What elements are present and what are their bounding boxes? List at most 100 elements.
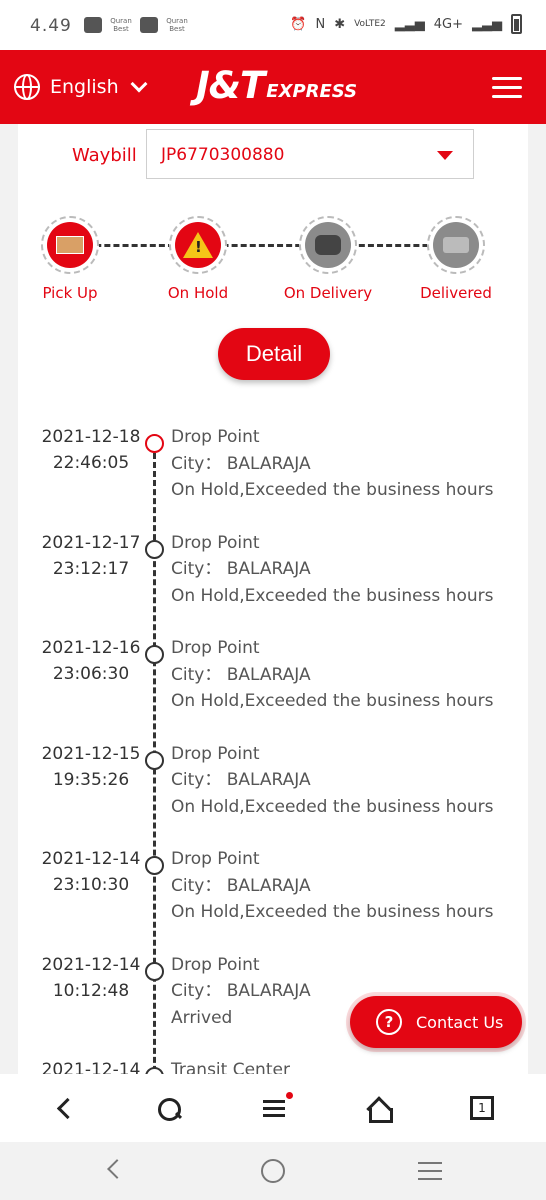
battery-icon xyxy=(511,14,522,34)
signal-icon-2: ▂▃▅ xyxy=(472,16,502,32)
notification-dot xyxy=(286,1092,293,1099)
entry-time: 10:12:48 xyxy=(52,980,130,1001)
entry-location: Drop Point xyxy=(171,532,260,553)
step-on-hold: ! On Hold xyxy=(148,216,248,302)
system-nav-bar xyxy=(0,1142,546,1200)
back-arrow-icon[interactable] xyxy=(52,1096,78,1122)
quran-app-icon-2: Quran Best xyxy=(166,17,188,33)
entry-city: City： BALARAJA xyxy=(171,664,311,685)
entry-time: 22:46:05 xyxy=(52,453,130,473)
alarm-icon: ⏰ xyxy=(290,16,307,32)
search-icon[interactable] xyxy=(156,1096,182,1122)
entry-time: 23:12:17 xyxy=(52,558,130,579)
menu-icon[interactable] xyxy=(261,1092,293,1122)
entry-location: Transit Center xyxy=(171,1060,290,1074)
chevron-down-icon xyxy=(130,75,148,93)
step-label: Pick Up xyxy=(42,284,98,302)
logo-sub: EXPRESS xyxy=(266,81,358,102)
step-pick-up: Pick Up xyxy=(20,216,120,302)
app-header: English J&T EXPRESS xyxy=(0,50,546,124)
timeline-entry: 2021-12-16 23:06:30 Drop Point City： BAL… xyxy=(18,625,528,725)
question-icon: ? xyxy=(376,1009,402,1035)
entry-status: On Hold,Exceeded the business hours xyxy=(171,691,494,711)
entry-time: 23:10:30 xyxy=(52,875,130,895)
nav-back-icon[interactable] xyxy=(107,1159,127,1179)
timeline-entry: 2021-12-14 23:10:30 Drop Point City： BAL… xyxy=(18,836,528,936)
browser-toolbar: 1 xyxy=(0,1074,546,1142)
timeline-dot xyxy=(145,645,164,664)
tracking-card: Waybill JP6770300880 Pick Up ! On Hold O… xyxy=(18,124,528,1074)
entry-details: Transit Center xyxy=(171,1057,290,1074)
nav-recents-icon[interactable] xyxy=(418,1162,442,1186)
shopping-bag-icon xyxy=(84,17,102,33)
entry-status: Arrived xyxy=(171,1007,233,1028)
timeline-dot xyxy=(145,961,164,981)
nav-home-icon[interactable] xyxy=(261,1159,285,1183)
step-label: Delivered xyxy=(420,284,492,302)
entry-location: Drop Point xyxy=(171,743,260,764)
entry-date: 2021-12-14 xyxy=(41,954,141,975)
entry-details: Drop Point City： BALARAJA On Hold,Exceed… xyxy=(171,530,493,610)
youtube-icon xyxy=(140,17,158,33)
nfc-icon: N xyxy=(315,16,326,32)
timeline-dot xyxy=(145,434,164,453)
timeline-dot xyxy=(145,750,164,770)
waybill-dropdown[interactable]: JP6770300880 xyxy=(146,129,474,179)
jt-express-logo[interactable]: J&T EXPRESS xyxy=(196,64,358,107)
notification-icons: Quran Best Quran Best xyxy=(84,17,188,33)
network-type: 4G+ xyxy=(433,16,463,32)
system-icons: ⏰ N ✱ VoLTE2 ▂▃▅ 4G+ ▂▃▅ xyxy=(290,14,522,34)
entry-status: On Hold,Exceeded the business hours xyxy=(171,902,494,922)
timeline-dot xyxy=(145,856,164,875)
entry-details: Drop Point City： BALARAJA On Hold,Exceed… xyxy=(171,424,493,504)
warning-icon: ! xyxy=(175,222,221,268)
entry-details: Drop Point City： BALARAJA On Hold,Exceed… xyxy=(171,635,493,715)
package-icon xyxy=(47,222,93,268)
home-icon[interactable] xyxy=(365,1096,393,1123)
hamburger-menu-icon[interactable] xyxy=(492,77,522,99)
entry-details: Drop Point City： BALARAJA On Hold,Exceed… xyxy=(171,846,493,926)
entry-location: Drop Point xyxy=(171,638,260,658)
entry-details: Drop Point City： BALARAJA Arrived xyxy=(171,952,311,1032)
entry-date: 2021-12-16 xyxy=(41,638,141,658)
entry-datetime: 2021-12-18 22:46:05 xyxy=(38,424,144,476)
language-selector[interactable]: English xyxy=(14,74,148,100)
timeline-entry: 2021-12-17 23:12:17 Drop Point City： BAL… xyxy=(18,520,528,620)
tabs-icon[interactable]: 1 xyxy=(470,1096,494,1120)
timeline-entry: 2021-12-15 19:35:26 Drop Point City： BAL… xyxy=(18,731,528,831)
entry-location: Drop Point xyxy=(171,849,260,869)
logo-main: J&T xyxy=(196,64,265,107)
bluetooth-icon: ✱ xyxy=(334,16,346,32)
waybill-label: Waybill xyxy=(72,145,137,166)
step-delivered: Delivered xyxy=(406,216,506,302)
scooter-icon xyxy=(305,222,351,268)
contact-us-label: Contact Us xyxy=(416,1012,504,1032)
waybill-value: JP6770300880 xyxy=(161,145,285,165)
entry-city: City： BALARAJA xyxy=(171,770,311,790)
language-label: English xyxy=(50,76,119,98)
entry-date: 2021-12-15 xyxy=(41,743,141,764)
hand-package-icon xyxy=(433,222,479,268)
entry-status: On Hold,Exceeded the business hours xyxy=(171,585,494,606)
entry-city: City： BALARAJA xyxy=(171,453,311,474)
shipment-progress: Pick Up ! On Hold On Delivery Delivered xyxy=(18,216,528,306)
entry-city: City： BALARAJA xyxy=(171,981,311,1001)
volte-indicator: VoLTE2 xyxy=(354,19,386,29)
detail-button[interactable]: Detail xyxy=(218,328,330,380)
entry-datetime: 2021-12-14 10:12:48 xyxy=(38,952,144,1004)
entry-location: Drop Point xyxy=(171,954,260,975)
entry-location: Drop Point xyxy=(171,427,260,447)
timeline-dot xyxy=(145,539,164,559)
timeline-entry: 2021-12-18 22:46:05 Drop Point City： BAL… xyxy=(18,414,528,514)
entry-datetime: 2021-12-15 19:35:26 xyxy=(38,741,144,793)
step-label: On Delivery xyxy=(283,284,373,302)
timeline-dot xyxy=(145,1067,164,1074)
contact-us-button[interactable]: ? Contact Us xyxy=(350,996,522,1048)
dropdown-caret-icon xyxy=(437,151,453,160)
status-time: 4.49 xyxy=(30,16,72,36)
step-on-delivery: On Delivery xyxy=(278,216,378,302)
timeline-entry: 2021-12-14 Transit Center xyxy=(18,1047,528,1074)
entry-time: 19:35:26 xyxy=(52,769,130,790)
quran-app-icon: Quran Best xyxy=(110,17,132,33)
signal-icon: ▂▃▅ xyxy=(394,16,425,32)
